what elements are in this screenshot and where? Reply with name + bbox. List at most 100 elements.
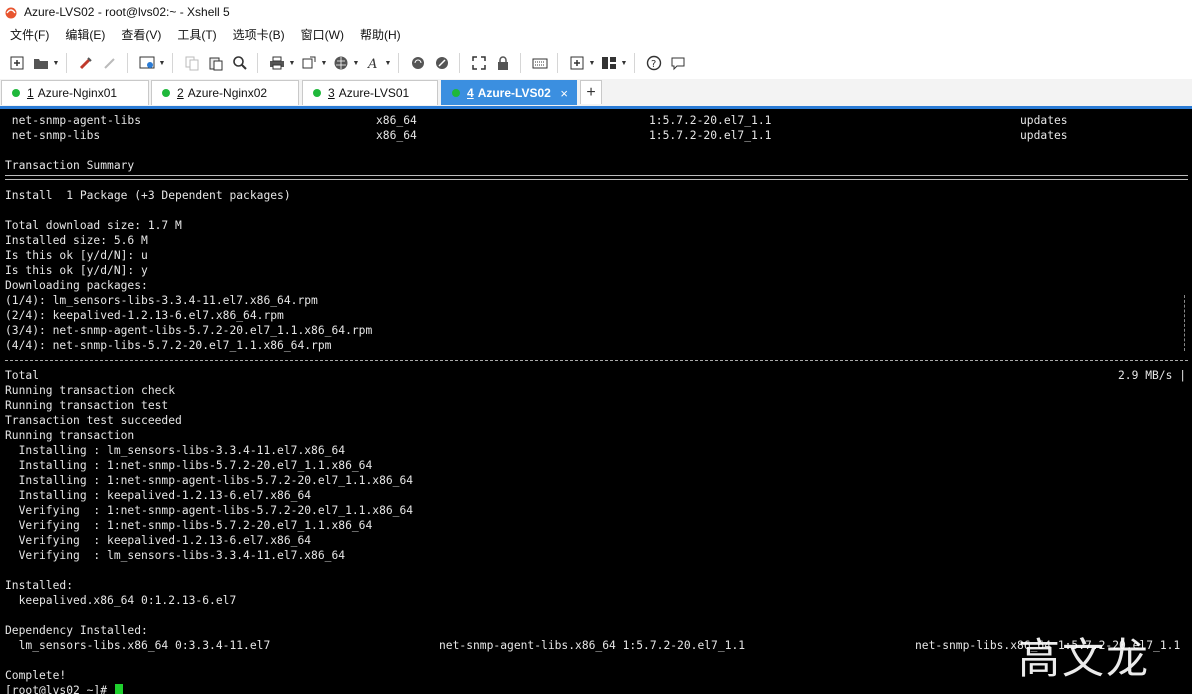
- chat-icon[interactable]: [667, 52, 689, 74]
- terminal-line: Installed:: [5, 579, 74, 592]
- fullscreen-icon[interactable]: [468, 52, 490, 74]
- pkg-name: net-snmp-agent-libs: [5, 114, 142, 127]
- tab-bar: 1 Azure-Nginx01 2 Azure-Nginx02 3 Azure-…: [0, 79, 1192, 109]
- toolbar-separator: [257, 53, 258, 73]
- dependency-item: net-snmp-agent-libs.x86_64 1:5.7.2-20.el…: [439, 639, 746, 652]
- terminal-line: Total: [5, 369, 40, 382]
- tab-label: Azure-LVS01: [338, 86, 410, 100]
- terminal-line: (2/4): keepalived-1.2.13-6.el7.x86_64.rp…: [5, 309, 284, 322]
- terminal-line: Running transaction: [5, 429, 135, 442]
- terminal-line: Complete!: [5, 669, 67, 682]
- properties-dropdown-icon[interactable]: ▼: [158, 52, 166, 74]
- toolbar-separator: [172, 53, 173, 73]
- terminal-line: Installing : 1:net-snmp-libs-5.7.2-20.el…: [5, 459, 373, 472]
- open-folder-icon[interactable]: [30, 52, 52, 74]
- prompt-line: [root@lvs02 ~]#: [5, 683, 123, 694]
- pkg-name: net-snmp-libs: [5, 129, 101, 142]
- pkg-repo: updates: [1020, 114, 1068, 127]
- progress-bar-edge: [1184, 295, 1186, 351]
- terminal-line: Verifying : lm_sensors-libs-3.3.4-11.el7…: [5, 549, 346, 562]
- menu-edit[interactable]: 编辑(E): [57, 24, 113, 46]
- total-speed: 2.9 MB/s |: [1118, 369, 1187, 382]
- terminal-line: Installing : lm_sensors-libs-3.3.4-11.el…: [5, 444, 346, 457]
- globe-dropdown-icon[interactable]: ▼: [352, 52, 360, 74]
- toolbar-separator: [459, 53, 460, 73]
- connected-status-icon: [162, 89, 170, 97]
- new-tab-dropdown-icon[interactable]: ▼: [588, 52, 596, 74]
- menu-tools[interactable]: 工具(T): [169, 24, 224, 46]
- print-icon[interactable]: [266, 52, 288, 74]
- tab-close-icon[interactable]: ×: [560, 86, 568, 101]
- toolbar-separator: [66, 53, 67, 73]
- pkg-arch: x86_64: [376, 114, 417, 127]
- shell-prompt: [root@lvs02 ~]#: [5, 684, 114, 694]
- copy-icon[interactable]: [181, 52, 203, 74]
- connected-status-icon: [452, 89, 460, 97]
- pkg-version: 1:5.7.2-20.el7_1.1: [649, 114, 772, 127]
- terminal-line: Is this ok [y/d/N]: u: [5, 249, 148, 262]
- tab-number: 2: [177, 86, 184, 100]
- globe-icon[interactable]: [330, 52, 352, 74]
- print-dropdown-icon[interactable]: ▼: [288, 52, 296, 74]
- menu-view[interactable]: 查看(V): [113, 24, 169, 46]
- svg-text:A: A: [367, 57, 377, 71]
- terminal-line: Running transaction check: [5, 384, 176, 397]
- tab-number: 3: [328, 86, 335, 100]
- terminal-line: Verifying : keepalived-1.2.13-6.el7.x86_…: [5, 534, 312, 547]
- properties-icon[interactable]: [136, 52, 158, 74]
- terminal-line: Running transaction test: [5, 399, 169, 412]
- toolbar-separator: [127, 53, 128, 73]
- toolbar-separator: [520, 53, 521, 73]
- tab-number: 4: [467, 86, 474, 100]
- menu-window[interactable]: 窗口(W): [293, 24, 352, 46]
- menu-file[interactable]: 文件(F): [0, 24, 57, 46]
- terminal-line: (3/4): net-snmp-agent-libs-5.7.2-20.el7_…: [5, 324, 373, 337]
- menu-tabs[interactable]: 选项卡(B): [225, 24, 293, 46]
- disconnect-icon[interactable]: [99, 52, 121, 74]
- layout-icon[interactable]: [598, 52, 620, 74]
- terminal-line: Downloading packages:: [5, 279, 148, 292]
- toolbar-separator: [634, 53, 635, 73]
- xshell-icon[interactable]: [431, 52, 453, 74]
- svg-text:?: ?: [651, 59, 656, 70]
- toolbar: ▼ ▼ ▼ ▼ ▼ A ▼ ▼ ▼ ?: [0, 47, 1192, 79]
- terminal-line: (4/4): net-snmp-libs-5.7.2-20.el7_1.1.x8…: [5, 339, 332, 352]
- tab-label: Azure-Nginx01: [37, 86, 118, 100]
- terminal-line: Dependency Installed:: [5, 624, 148, 637]
- tab-azure-nginx02[interactable]: 2 Azure-Nginx02: [151, 80, 299, 105]
- terminal-line: Verifying : 1:net-snmp-libs-5.7.2-20.el7…: [5, 519, 373, 532]
- tab-azure-nginx01[interactable]: 1 Azure-Nginx01: [1, 80, 149, 105]
- terminal-line: keepalived.x86_64 0:1.2.13-6.el7: [5, 594, 237, 607]
- layout-dropdown-icon[interactable]: ▼: [620, 52, 628, 74]
- terminal-line: Transaction Summary: [5, 159, 135, 172]
- tab-azure-lvs02[interactable]: 4 Azure-LVS02 ×: [441, 80, 577, 105]
- menu-bar: 文件(F) 编辑(E) 查看(V) 工具(T) 选项卡(B) 窗口(W) 帮助(…: [0, 24, 1192, 46]
- xftp-icon[interactable]: [407, 52, 429, 74]
- terminal-line: Installed size: 5.6 M: [5, 234, 148, 247]
- font-dropdown-icon[interactable]: ▼: [384, 52, 392, 74]
- terminal-cursor: [114, 684, 123, 694]
- terminal-output[interactable]: net-snmp-agent-libs x86_64 1:5.7.2-20.el…: [0, 109, 1192, 694]
- title-bar: Azure-LVS02 - root@lvs02:~ - Xshell 5: [0, 0, 1192, 25]
- help-icon[interactable]: ?: [643, 52, 665, 74]
- paste-icon[interactable]: [205, 52, 227, 74]
- tab-azure-lvs01[interactable]: 3 Azure-LVS01: [302, 80, 438, 105]
- keyboard-icon[interactable]: [529, 52, 551, 74]
- font-icon[interactable]: A: [362, 52, 384, 74]
- lock-icon[interactable]: [492, 52, 514, 74]
- connected-status-icon: [12, 89, 20, 97]
- tab-label: Azure-LVS02: [477, 86, 551, 100]
- new-session-icon[interactable]: [6, 52, 28, 74]
- transfer-icon[interactable]: [298, 52, 320, 74]
- reconnect-icon[interactable]: [75, 52, 97, 74]
- watermark: 高文龙: [1018, 634, 1151, 683]
- tab-label: Azure-Nginx02: [187, 86, 268, 100]
- new-tab-icon[interactable]: [566, 52, 588, 74]
- transfer-dropdown-icon[interactable]: ▼: [320, 52, 328, 74]
- open-dropdown-icon[interactable]: ▼: [52, 52, 60, 74]
- pkg-version: 1:5.7.2-20.el7_1.1: [649, 129, 772, 142]
- add-tab-button[interactable]: +: [580, 80, 602, 104]
- menu-help[interactable]: 帮助(H): [352, 24, 409, 46]
- find-icon[interactable]: [229, 52, 251, 74]
- window-title: Azure-LVS02 - root@lvs02:~ - Xshell 5: [24, 5, 230, 19]
